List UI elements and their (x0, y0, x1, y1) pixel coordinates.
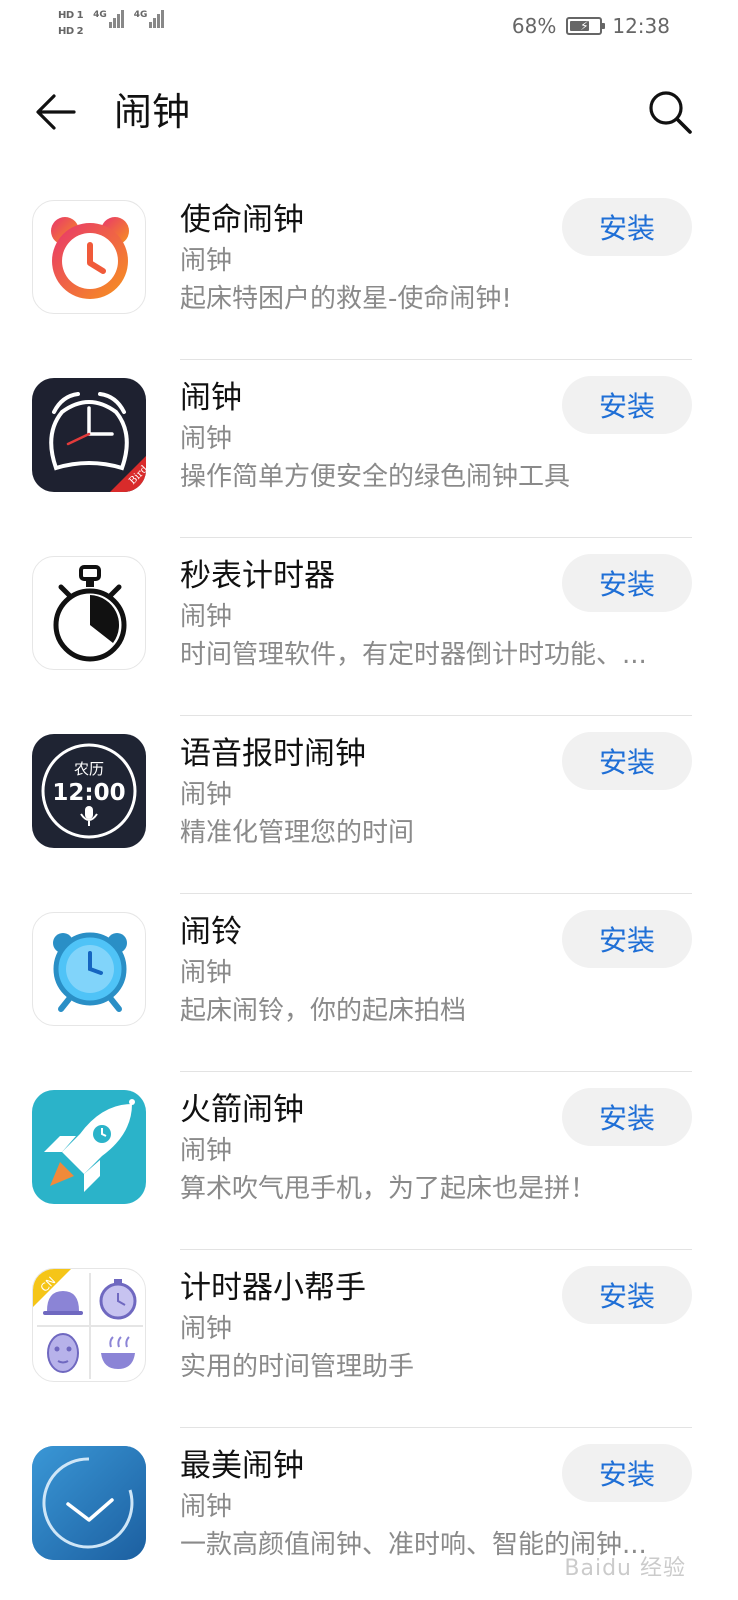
install-button[interactable]: 安装 (562, 1266, 692, 1324)
rocket-icon (32, 1090, 146, 1204)
app-list: 使命闹钟 闹钟 起床特困户的救星-使命闹钟! 安装 Bird 闹钟 闹钟 操作简… (0, 182, 738, 1600)
list-item[interactable]: 使命闹钟 闹钟 起床特困户的救星-使命闹钟! 安装 (0, 182, 738, 360)
arrow-left-icon (36, 94, 76, 130)
page-title: 闹钟 (114, 90, 191, 134)
install-button[interactable]: 安装 (562, 1444, 692, 1502)
search-button[interactable] (642, 84, 698, 140)
hd2-badge: HD 2 (58, 26, 84, 37)
app-category: 闹钟 (180, 246, 233, 276)
alarm-clock-orange-icon (32, 200, 146, 314)
back-button[interactable] (28, 84, 84, 140)
battery-percent: 68% (511, 14, 557, 38)
app-name: 闹铃 (180, 914, 242, 950)
lunar-label: 农历 (74, 760, 104, 778)
app-description: 起床特困户的救星-使命闹钟! (180, 284, 512, 314)
app-name: 闹钟 (180, 380, 242, 416)
app-category: 闹钟 (180, 424, 233, 454)
baidu-watermark: Baidu 经验 (564, 1556, 686, 1581)
stopwatch-icon (32, 556, 146, 670)
app-category: 闹钟 (180, 958, 233, 988)
install-button[interactable]: 安装 (562, 198, 692, 256)
app-name: 语音报时闹钟 (180, 736, 366, 772)
voice-clock-icon: 农历 12:00 (32, 734, 146, 848)
list-item[interactable]: 秒表计时器 闹钟 时间管理软件，有定时器倒计时功能、... 安装 (0, 538, 738, 716)
app-description: 精准化管理您的时间 (180, 818, 415, 848)
app-description: 实用的时间管理助手 (180, 1352, 415, 1382)
app-category: 闹钟 (180, 1136, 233, 1166)
signal2-icon: 4G (134, 10, 165, 28)
app-description: 操作简单方便安全的绿色闹钟工具 (180, 462, 571, 492)
install-button[interactable]: 安装 (562, 910, 692, 968)
app-description: 起床闹铃，你的起床拍档 (180, 996, 467, 1026)
app-name: 火箭闹钟 (180, 1092, 304, 1128)
blue-clock-face-icon (32, 1446, 146, 1560)
network-indicators: HD 1 HD 2 4G 4G (58, 10, 165, 38)
app-name: 计时器小帮手 (180, 1270, 366, 1306)
app-description: 时间管理软件，有定时器倒计时功能、... (180, 640, 647, 670)
clock-time: 12:38 (612, 14, 670, 38)
install-button[interactable]: 安装 (562, 1088, 692, 1146)
list-item[interactable]: CN 计时器小帮手 闹钟 实用的时间管理助手 安装 (0, 1250, 738, 1428)
app-description: 算术吹气甩手机，为了起床也是拼！ (180, 1174, 597, 1204)
app-category: 闹钟 (180, 602, 233, 632)
app-category: 闹钟 (180, 780, 233, 810)
app-name: 秒表计时器 (180, 558, 335, 594)
list-item[interactable]: 火箭闹钟 闹钟 算术吹气甩手机，为了起床也是拼！ 安装 (0, 1072, 738, 1250)
alarm-clock-dark-icon: Bird (32, 378, 146, 492)
install-button[interactable]: 安装 (562, 554, 692, 612)
app-category: 闹钟 (180, 1492, 233, 1522)
icon-time-label: 12:00 (52, 780, 125, 806)
hd1-badge: HD 1 (58, 10, 84, 21)
list-item[interactable]: 闹铃 闹钟 起床闹铃，你的起床拍档 安装 (0, 894, 738, 1072)
battery-icon: ⚡ (566, 17, 606, 35)
install-button[interactable]: 安装 (562, 376, 692, 434)
list-item[interactable]: 农历 12:00 语音报时闹钟 闹钟 精准化管理您的时间 安装 (0, 716, 738, 894)
app-name: 使命闹钟 (180, 202, 304, 238)
app-bar: 闹钟 (0, 64, 738, 160)
status-bar: HD 1 HD 2 4G 4G 68% ⚡ 12:38 (0, 0, 738, 56)
install-button[interactable]: 安装 (562, 732, 692, 790)
list-item[interactable]: Bird 闹钟 闹钟 操作简单方便安全的绿色闹钟工具 安装 (0, 360, 738, 538)
search-icon (649, 91, 692, 134)
app-category: 闹钟 (180, 1314, 233, 1344)
app-name: 最美闹钟 (180, 1448, 304, 1484)
timer-helper-grid-icon: CN (32, 1268, 146, 1382)
blue-alarm-clock-icon (32, 912, 146, 1026)
signal1-icon: 4G (93, 10, 124, 28)
